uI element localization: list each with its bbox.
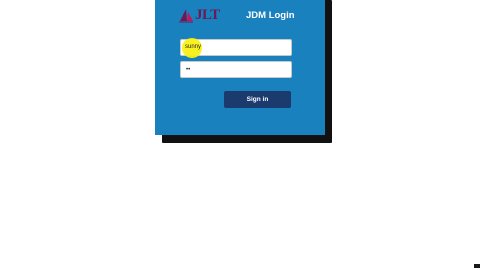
- login-panel: JLT JDM Login sunny Sign in: [155, 0, 325, 135]
- login-title: JDM Login: [246, 10, 295, 21]
- sign-in-button[interactable]: Sign in: [224, 91, 291, 108]
- corner-bar: [474, 264, 480, 268]
- logo-text: JLT: [195, 7, 220, 23]
- username-value: sunny: [185, 44, 202, 50]
- password-field[interactable]: [180, 61, 292, 78]
- company-logo: JLT: [178, 6, 226, 24]
- sail-logo-icon: [179, 9, 193, 23]
